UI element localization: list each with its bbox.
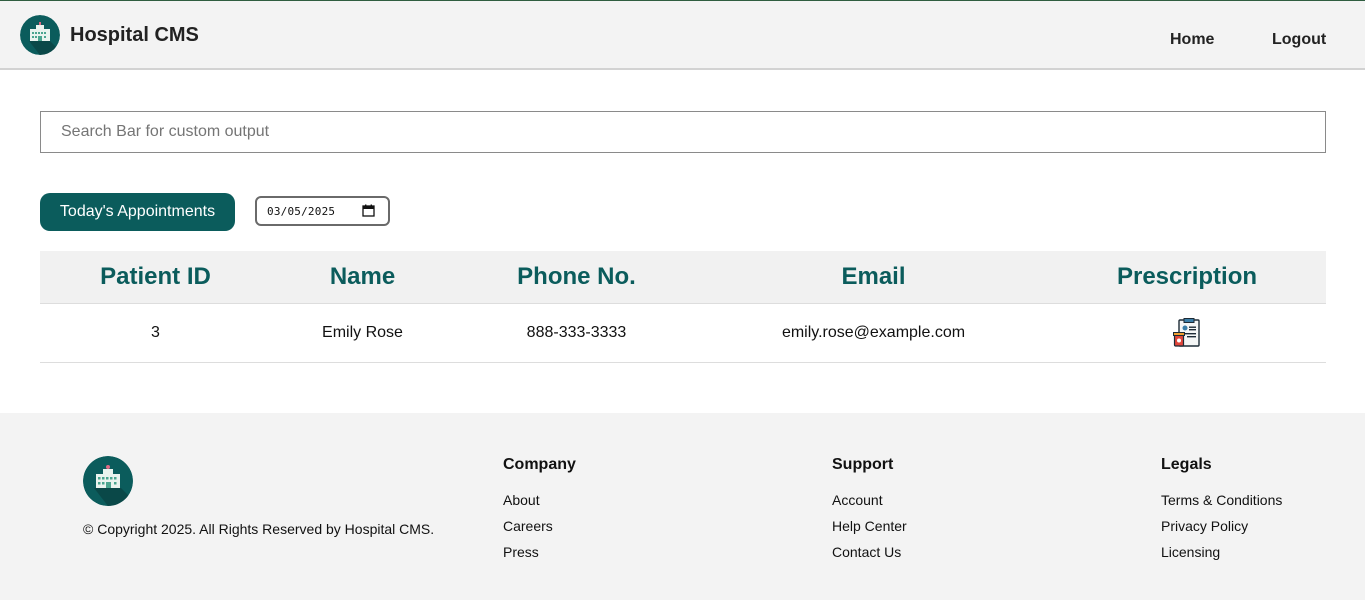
header-prescription: Prescription — [1116, 262, 1258, 290]
footer-column-legals: Legals Terms & Conditions Privacy Policy… — [1161, 456, 1282, 570]
footer-column-title: Support — [832, 456, 894, 473]
footer: © Copyright 2025. All Rights Reserved by… — [0, 413, 1365, 600]
footer-link-press[interactable]: Press — [503, 544, 576, 561]
appointments-table: Patient ID Name Phone No. Email Prescrip… — [40, 251, 1326, 363]
footer-link-privacy[interactable]: Privacy Policy — [1161, 518, 1282, 535]
footer-link-about[interactable]: About — [503, 492, 576, 509]
footer-column-company: Company About Careers Press — [503, 456, 576, 570]
cell-patient-id: 3 — [40, 303, 271, 363]
footer-link-help-center[interactable]: Help Center — [832, 518, 907, 535]
footer-link-careers[interactable]: Careers — [503, 518, 576, 535]
footer-column-support: Support Account Help Center Contact Us — [832, 456, 907, 570]
cell-email: emily.rose@example.com — [699, 303, 1048, 363]
table-row: 3 Emily Rose 888-333-3333 emily.rose@exa… — [40, 303, 1326, 363]
top-navbar: Hospital CMS Home Logout — [0, 1, 1365, 70]
footer-link-contact-us[interactable]: Contact Us — [832, 544, 907, 561]
brand[interactable]: Hospital CMS — [20, 15, 199, 55]
header-email: Email — [841, 262, 906, 290]
footer-column-title: Company — [503, 456, 576, 473]
nav-home-link[interactable]: Home — [1170, 31, 1214, 49]
cell-phone: 888-333-3333 — [454, 303, 699, 363]
prescription-icon[interactable] — [1173, 317, 1201, 348]
header-name: Name — [329, 262, 396, 290]
brand-title: Hospital CMS — [70, 23, 199, 46]
footer-link-terms[interactable]: Terms & Conditions — [1161, 492, 1282, 509]
date-value: 03/05/2025 — [267, 204, 336, 218]
header-patient-id: Patient ID — [100, 262, 211, 290]
date-picker[interactable]: 03/05/2025 — [255, 196, 390, 226]
calendar-icon[interactable] — [362, 204, 375, 217]
footer-link-account[interactable]: Account — [832, 492, 907, 509]
footer-link-licensing[interactable]: Licensing — [1161, 544, 1282, 561]
copyright-text: © Copyright 2025. All Rights Reserved by… — [83, 521, 435, 537]
search-input[interactable] — [40, 111, 1326, 153]
todays-appointments-button[interactable]: Today's Appointments — [40, 193, 235, 231]
footer-column-title: Legals — [1161, 456, 1212, 473]
footer-hospital-logo-icon — [83, 456, 133, 506]
nav-logout-link[interactable]: Logout — [1272, 31, 1326, 49]
cell-prescription — [1048, 303, 1326, 363]
table-header-row: Patient ID Name Phone No. Email Prescrip… — [40, 251, 1326, 303]
hospital-logo-icon — [20, 15, 60, 55]
header-phone: Phone No. — [517, 262, 636, 290]
cell-name: Emily Rose — [271, 303, 454, 363]
